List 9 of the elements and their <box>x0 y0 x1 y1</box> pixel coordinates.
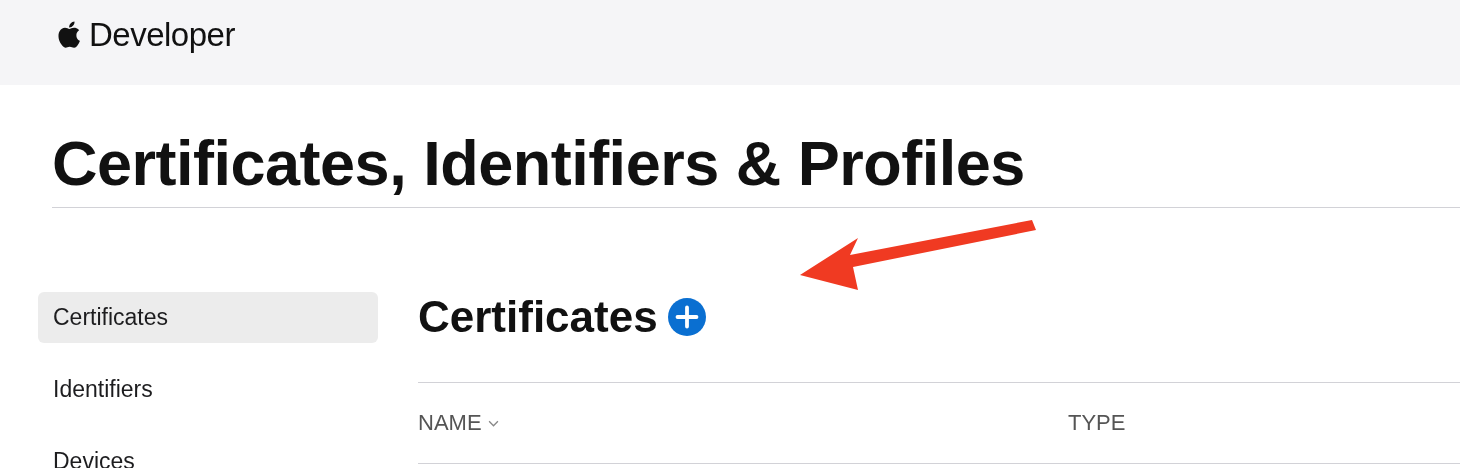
chevron-down-icon[interactable] <box>487 419 499 427</box>
sidebar-item[interactable]: Identifiers <box>38 364 378 415</box>
add-icon[interactable] <box>667 298 706 336</box>
column-header[interactable]: NAME <box>418 410 482 436</box>
section-title: Certificates <box>418 292 658 342</box>
page-title: Certificates, Identifiers & Profiles <box>52 127 1460 208</box>
column-header[interactable]: TYPE <box>1068 410 1126 436</box>
sidebar-item[interactable]: Certificates <box>38 292 378 343</box>
brand-name[interactable]: Developer <box>89 15 235 54</box>
